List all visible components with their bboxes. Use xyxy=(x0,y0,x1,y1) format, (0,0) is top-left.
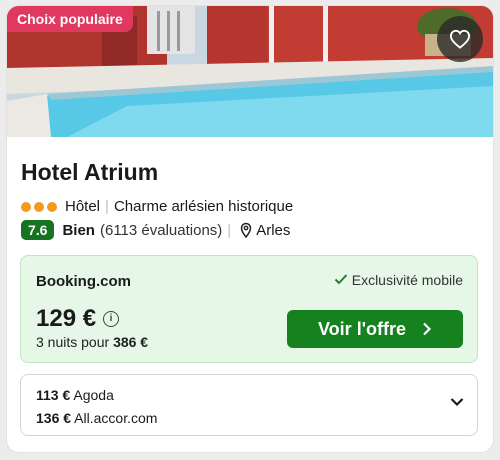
other-offer-price: 113 € xyxy=(36,387,71,403)
review-count: (6113 évaluations) xyxy=(99,221,223,239)
other-offer-row: 136 € All.accor.com xyxy=(36,410,157,426)
hotel-name[interactable]: Hotel Atrium xyxy=(21,159,158,186)
heart-icon xyxy=(449,29,471,49)
map-pin-icon xyxy=(240,222,252,238)
rating-score: 7.6 xyxy=(21,220,55,240)
nights-label: 3 nuits pour xyxy=(36,334,110,350)
deal-provider: Booking.com xyxy=(36,273,132,290)
chevron-right-icon xyxy=(422,322,432,336)
hotel-meta: Hôtel | Charme arlésien historique xyxy=(21,198,293,215)
rating-row: 7.6 Bien (6113 évaluations) | Arles xyxy=(21,220,290,240)
divider: | xyxy=(105,198,109,215)
best-deal-panel[interactable]: Booking.com Exclusivité mobile 129 € i 3… xyxy=(20,255,478,363)
exclusive-tag: Exclusivité mobile xyxy=(334,272,463,288)
hotel-photo[interactable]: Choix populaire xyxy=(7,6,493,137)
rating-label: Bien xyxy=(62,221,95,239)
hotel-location: Arles xyxy=(256,221,291,239)
star-dot xyxy=(21,201,31,212)
other-offer-row: 113 € Agoda xyxy=(36,387,114,403)
chevron-down-icon[interactable] xyxy=(450,397,464,407)
nights-total: 386 € xyxy=(113,334,149,350)
divider: | xyxy=(227,221,232,239)
price-row: 129 € i xyxy=(36,305,120,333)
view-offer-button[interactable]: Voir l'offre xyxy=(287,310,463,348)
info-icon[interactable]: i xyxy=(103,311,120,327)
exclusive-label: Exclusivité mobile xyxy=(351,272,463,288)
stay-total: 3 nuits pour 386 € xyxy=(36,334,148,350)
other-offer-provider: Agoda xyxy=(73,387,114,403)
popular-badge: Choix populaire xyxy=(7,6,133,32)
view-offer-label: Voir l'offre xyxy=(318,318,406,339)
check-icon xyxy=(334,272,352,288)
star-dot xyxy=(47,201,57,212)
other-offer-price: 136 € xyxy=(36,410,72,426)
deal-price: 129 € xyxy=(36,305,97,332)
other-offers[interactable]: 113 € Agoda 136 € All.accor.com xyxy=(20,374,478,436)
favorite-button[interactable] xyxy=(437,16,483,62)
hotel-card[interactable]: Choix populaire Hotel Atrium Hôtel | Cha… xyxy=(7,6,493,452)
star-dot xyxy=(34,201,44,212)
other-offer-provider: All.accor.com xyxy=(74,410,158,426)
hotel-type: Hôtel xyxy=(65,198,101,215)
hotel-tagline: Charme arlésien historique xyxy=(113,198,294,215)
